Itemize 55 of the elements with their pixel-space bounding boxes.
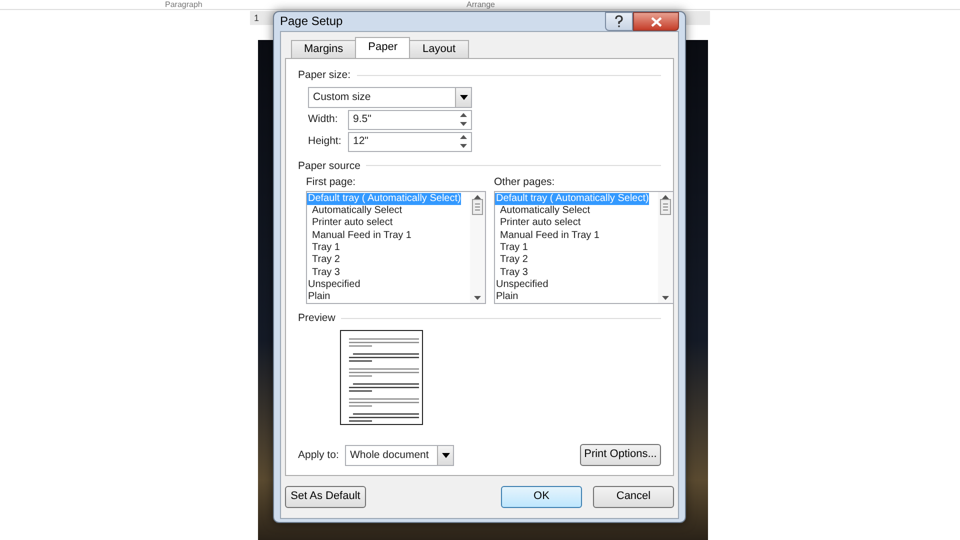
list-item[interactable]: Plain — [307, 291, 330, 304]
paper-size-dropdown[interactable]: Custom size — [308, 86, 472, 108]
list-label: Other pages: — [494, 176, 556, 189]
list-item[interactable]: Printer auto select — [307, 217, 393, 230]
list-item[interactable]: Printer auto select — [495, 217, 581, 230]
caret-icon — [442, 452, 450, 458]
list-item[interactable]: Automatically Select — [495, 205, 590, 218]
tray-listbox[interactable]: Default tray ( Automatically Select) Automatically Select Printer auto select Manual Feed in Tray 1 Tray 1 Tray 2 Tray 3 Unspecified Plain — [306, 190, 486, 304]
list-item[interactable]: Tray 1 — [495, 242, 528, 254]
help-button[interactable] — [605, 12, 633, 31]
scroll-thumb[interactable] — [660, 198, 671, 215]
list-item[interactable]: Unspecified — [307, 278, 360, 292]
group-label: Preview — [298, 312, 336, 324]
field-label: Apply to: — [298, 448, 340, 462]
dialog-button[interactable]: OK — [501, 486, 582, 508]
list-item[interactable]: Tray 1 — [307, 242, 340, 254]
tab[interactable]: Margins — [291, 40, 356, 58]
group-label: Paper source — [298, 160, 360, 172]
field-label: Height: — [308, 135, 342, 148]
scroll-down-icon[interactable] — [662, 296, 669, 300]
list-item[interactable]: Unspecified — [495, 278, 548, 292]
close-icon — [650, 16, 662, 26]
dialog-button[interactable]: Cancel — [593, 486, 674, 508]
scroll-thumb[interactable] — [472, 198, 483, 215]
window-title: Page Setup — [280, 14, 343, 29]
spin-field[interactable]: 9.5" — [348, 110, 472, 130]
list-item[interactable]: Manual Feed in Tray 1 — [307, 230, 412, 242]
group-label: Paper size: — [298, 69, 351, 82]
list-item[interactable]: Plain — [495, 291, 518, 304]
question-icon — [614, 15, 624, 28]
list-item[interactable]: Tray 3 — [307, 266, 340, 279]
scroll-down-icon[interactable] — [474, 296, 481, 300]
down-arrow-icon[interactable] — [460, 122, 467, 126]
print-options-button[interactable]: Print Options... — [580, 444, 661, 466]
list-item[interactable]: Automatically Select — [307, 205, 402, 218]
apply-to-dropdown[interactable]: Whole document — [345, 444, 454, 466]
spin-field[interactable]: 12" — [348, 132, 472, 152]
ribbon-group-label: Arrange — [466, 0, 495, 9]
caret-icon — [460, 94, 468, 100]
up-arrow-icon[interactable] — [460, 135, 467, 140]
list-item[interactable]: Tray 3 — [495, 266, 528, 279]
list-item[interactable]: Tray 2 — [495, 254, 528, 267]
field-label: Width: — [308, 113, 339, 126]
tray-listbox[interactable]: Default tray ( Automatically Select) Automatically Select Printer auto select Manual Feed in Tray 1 Tray 1 Tray 2 Tray 3 Unspecified Plain — [494, 190, 674, 304]
close-button[interactable] — [633, 12, 679, 31]
down-arrow-icon[interactable] — [460, 144, 467, 148]
dialog-button[interactable]: Set As Default — [285, 486, 366, 508]
list-item[interactable]: Tray 2 — [307, 254, 340, 267]
ruler-number: 1 — [254, 12, 260, 24]
tab[interactable]: Layout — [409, 40, 469, 58]
list-item[interactable]: Manual Feed in Tray 1 — [495, 230, 600, 242]
ribbon-group-label: Paragraph — [165, 0, 202, 9]
up-arrow-icon[interactable] — [460, 113, 467, 118]
list-label: First page: — [306, 176, 357, 189]
tab[interactable]: Paper — [355, 37, 410, 58]
